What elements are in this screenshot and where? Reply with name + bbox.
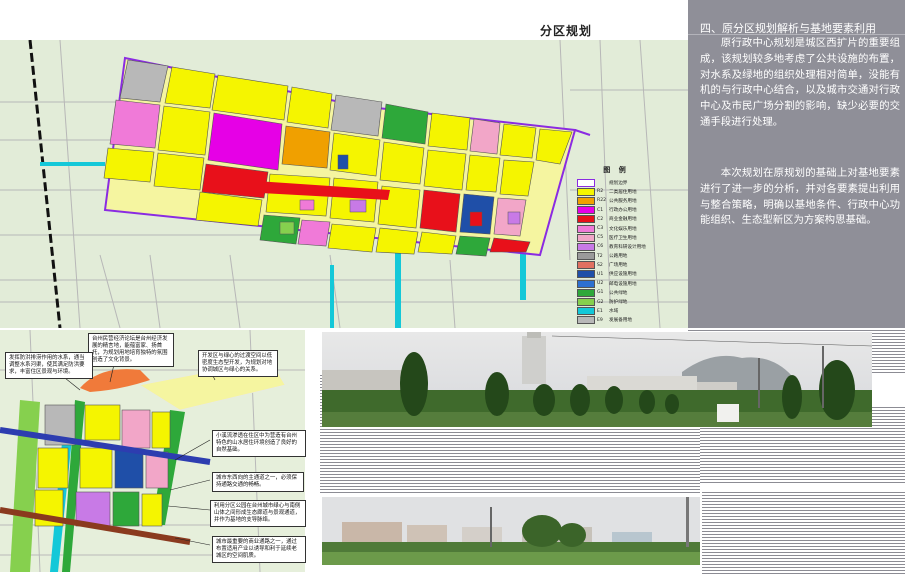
legend-code: C2 — [597, 216, 604, 222]
legend-label: 商业金融用地 — [609, 217, 637, 223]
analysis-note-6: 利用分区公园在台州城市绿心与南侧山体之间形成生态廊道与景观通道，并作为基地的支导… — [210, 500, 306, 527]
legend-swatch — [577, 307, 595, 316]
legend-code: R2 — [597, 189, 604, 195]
legend-label: 发展备用地 — [609, 318, 632, 324]
legend-rows: 规划边界 R2 二类居住用地 R22 公共服务用地 C1 行政办公用地 C2 商业金融用地 C3 文… — [577, 178, 655, 325]
legend-item: C6 教育科研设计用地 — [577, 242, 655, 251]
site-analysis-map: 台州民营经济论坛是台州经济发展的精言地，能蕴富家、扬首托，为规划用地培育独特的氛… — [0, 329, 306, 573]
analysis-note-4: 小溪流渗透在住区中为营造有台州特色的山水居住环境创造了良好的自然基础。 — [212, 430, 306, 457]
legend-code: E1 — [597, 308, 603, 314]
legend-label: 供应设施用地 — [609, 272, 637, 278]
legend-item: C5 医疗卫生用地 — [577, 233, 655, 242]
legend-code: G2 — [597, 299, 604, 305]
legend-swatch — [577, 224, 595, 233]
legend-code: G1 — [597, 290, 604, 296]
legend-code: C6 — [597, 244, 604, 250]
legend-swatch — [577, 316, 595, 325]
legend-label: 水域 — [609, 309, 619, 315]
legend-swatch — [577, 178, 595, 187]
legend-label: 行政办公用地 — [609, 208, 637, 214]
legend-item: U2 邮电设施用地 — [577, 279, 655, 288]
legend-label: 二类居住用地 — [609, 189, 637, 195]
legend-swatch — [577, 242, 595, 251]
section-title: 分区规划 — [540, 24, 593, 38]
legend: 图 例 规划边界 R2 二类居住用地 R22 公共服务用地 C1 行政办公用地 C2 商业金融用… — [577, 165, 655, 325]
legend-label: 邮电设施用地 — [609, 281, 637, 287]
legend-label: 广场用地 — [609, 263, 628, 269]
analysis-note-3: 开发区与绿心的过渡空间以低密度生态型开发，为规划对地协调城区与绿心的关系。 — [198, 350, 278, 377]
legend-item: C2 商业金融用地 — [577, 215, 655, 224]
legend-swatch — [577, 298, 595, 307]
legend-item: R2 二类居住用地 — [577, 187, 655, 196]
legend-label: 教育科研设计用地 — [609, 244, 646, 250]
legend-item: C3 文化娱乐用地 — [577, 224, 655, 233]
legend-swatch — [577, 187, 595, 196]
legend-swatch — [577, 252, 595, 261]
legend-code: S2 — [597, 262, 603, 268]
site-photo-bottom — [322, 497, 700, 565]
legend-code: C1 — [597, 207, 604, 213]
legend-label: 公共服务用地 — [609, 198, 637, 204]
legend-title: 图 例 — [603, 166, 629, 174]
legend-item: 规划边界 — [577, 178, 655, 187]
legend-swatch — [577, 233, 595, 242]
legend-swatch — [577, 270, 595, 279]
heading-rule — [688, 34, 905, 35]
legend-label: 防护绿地 — [609, 300, 628, 306]
legend-swatch — [577, 215, 595, 224]
legend-code: C5 — [597, 235, 604, 241]
legend-label: 文化娱乐用地 — [609, 226, 637, 232]
legend-item: G1 公共绿地 — [577, 288, 655, 297]
legend-code: U2 — [597, 281, 604, 287]
legend-code: C3 — [597, 226, 604, 232]
legend-item: E1 水域 — [577, 307, 655, 316]
analysis-note-5: 城市东西向的主通道之一，必须保持通路交通的畅畅。 — [212, 472, 304, 492]
legend-item: T2 公路用地 — [577, 252, 655, 261]
legend-code: T2 — [597, 253, 603, 259]
legend-swatch — [577, 196, 595, 205]
legend-code: R22 — [597, 198, 607, 204]
legend-swatch — [577, 206, 595, 215]
legend-item: U1 供应设施用地 — [577, 270, 655, 279]
legend-label: 公路用地 — [609, 254, 628, 260]
legend-code: U1 — [597, 271, 604, 277]
analysis-note-1: 台州民营经济论坛是台州经济发展的精言地，能蕴富家、扬首托，为规划用地培育独特的氛… — [88, 333, 174, 367]
legend-label: 医疗卫生用地 — [609, 235, 637, 241]
legend-swatch — [577, 288, 595, 297]
analysis-note-2: 发挥防洪排涝作用的水系，通当调整水系河渠，使其满足防洪要求，丰富住区景观与环境。 — [5, 352, 93, 379]
decorative-stripes-right-bottom — [702, 490, 905, 576]
legend-item: R22 公共服务用地 — [577, 196, 655, 205]
legend-item: C1 行政办公用地 — [577, 206, 655, 215]
legend-code: E9 — [597, 317, 603, 323]
legend-swatch — [577, 279, 595, 288]
analysis-paragraph-2: 本次规划在原规划的基础上对基地要素进行了进一步的分析，并对各要素提出利用与整合策… — [700, 167, 900, 227]
site-photo-top — [322, 332, 872, 427]
legend-item: G2 防护绿地 — [577, 297, 655, 307]
analysis-note-7: 城市最重要的商业通路之一，通过布置适用产业以诱导和利于延续老城区的空间肌质。 — [212, 536, 306, 563]
legend-item: E9 发展备用地 — [577, 316, 655, 325]
legend-swatch — [577, 261, 595, 270]
analysis-paragraph-1: 原行政中心规划是城区西扩片的重要组成，该规划较多地考虑了公共设施的布置，对水系及… — [700, 37, 900, 128]
analysis-panel: 四、原分区规划解析与基地要素利用 原行政中心规划是城区西扩片的重要组成，该规划较… — [688, 0, 905, 328]
legend-label: 规划边界 — [609, 180, 628, 186]
legend-item: S2 广场用地 — [577, 261, 655, 270]
legend-label: 公共绿地 — [609, 290, 628, 296]
